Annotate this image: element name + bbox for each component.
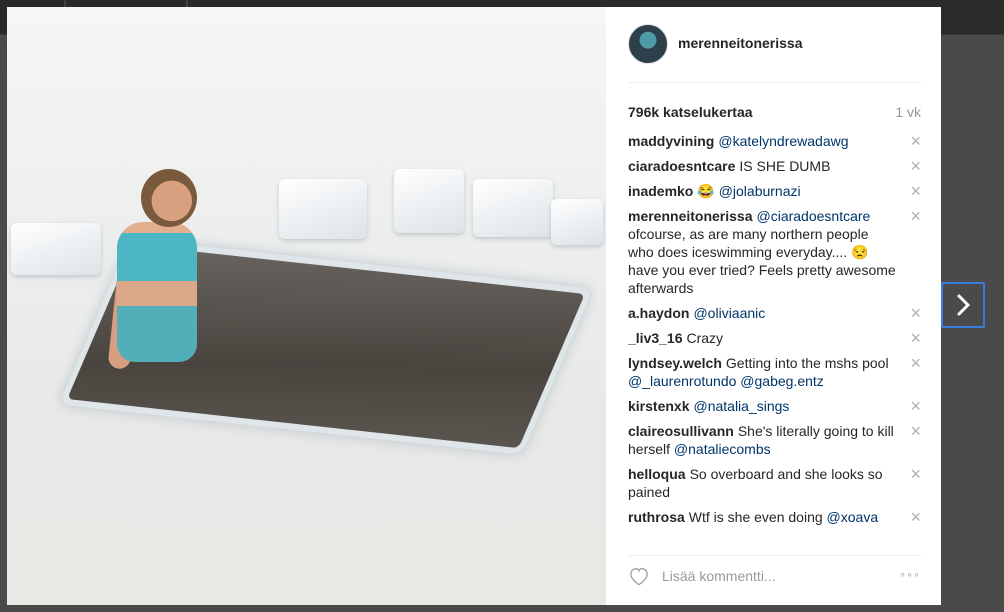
more-options-button[interactable]: ◦◦◦ [900,566,921,582]
ice-block [279,179,367,239]
post-username[interactable]: merenneitonerissa [678,35,803,51]
comment-row: a.haydon @oliviaanic × [628,304,924,329]
delete-comment-icon[interactable]: × [910,354,921,372]
post-modal: merenneitonerissa 796k katselukertaa 1 v… [7,7,941,605]
comment-text: Getting into the mshs pool [725,355,889,371]
comments-list[interactable]: maddyvining @katelyndrewadawg × ciaradoesnt… [628,132,924,540]
post-header: merenneitonerissa [628,22,921,83]
comment-mention[interactable]: @jolaburnazi [719,183,801,199]
view-count: 796k katselukertaa [628,104,753,120]
comment-mention[interactable]: @katelyndrewadawg [718,133,848,149]
comment-text: IS SHE DUMB [739,158,831,174]
delete-comment-icon[interactable]: × [910,422,921,440]
post-stats: 796k katselukertaa 1 vk [628,104,921,124]
comment-username[interactable]: a.haydon [628,305,689,321]
avatar[interactable] [628,24,668,64]
comment-username[interactable]: merenneitonerissa [628,208,753,224]
comment-username[interactable]: kirstenxk [628,398,689,414]
comment-row: ciaradoesntcare IS SHE DUMB × [628,157,924,182]
comment-row: kirstenxk @natalia_sings × [628,397,924,422]
comment-text: Wtf is she even doing [688,509,823,525]
ice-block [473,179,553,237]
next-post-button[interactable] [941,282,985,328]
comment-mention[interactable]: @nataliecombs [674,441,771,457]
delete-comment-icon[interactable]: × [910,304,921,322]
comment-text: 😂 [697,183,715,199]
comment-username[interactable]: lyndsey.welch [628,355,722,371]
comment-row: claireosullivann She's literally going to… [628,422,924,465]
delete-comment-icon[interactable]: × [910,397,921,415]
post-side-panel: merenneitonerissa 796k katselukertaa 1 v… [606,7,941,605]
comment-row: maddyvining @katelyndrewadawg × [628,132,924,157]
comment-mention[interactable]: @_laurenrotundo @gabeg.entz [628,373,824,389]
comment-username[interactable]: ciaradoesntcare [628,158,735,174]
comment-username[interactable]: helloqua [628,466,686,482]
comment-text: ofcourse, as are many northern people wh… [628,226,896,296]
swimmer-body [117,222,197,362]
delete-comment-icon[interactable]: × [910,157,921,175]
post-footer: ◦◦◦ [628,555,921,592]
comment-mention[interactable]: @xoava [827,509,879,525]
chevron-right-icon [957,294,970,316]
delete-comment-icon[interactable]: × [910,329,921,347]
comment-username[interactable]: maddyvining [628,133,714,149]
comment-mention[interactable]: @ciaradoesntcare [757,208,871,224]
comment-text: Crazy [686,330,724,346]
comment-row: ruthrosa Wtf is she even doing @xoava × [628,508,924,533]
comment-row: _liv3_16 Crazy × [628,329,924,354]
delete-comment-icon[interactable]: × [910,132,921,150]
comment-row: inademko 😂 @jolaburnazi × [628,182,924,207]
comment-username[interactable]: _liv3_16 [628,330,683,346]
comment-mention[interactable]: @oliviaanic [693,305,765,321]
ice-block [551,199,603,245]
comment-row: lyndsey.welch Getting into the mshs pool … [628,354,924,397]
post-time[interactable]: 1 vk [895,104,921,120]
heart-outline-icon[interactable] [628,566,652,588]
ice-block [11,223,101,275]
comment-mention[interactable]: @natalia_sings [693,398,789,414]
add-comment-input[interactable] [662,564,872,588]
delete-comment-icon[interactable]: × [910,465,921,483]
comment-username[interactable]: claireosullivann [628,423,734,439]
delete-comment-icon[interactable]: × [910,508,921,526]
delete-comment-icon[interactable]: × [910,207,921,225]
ice-block [394,169,464,233]
comment-row: helloqua So overboard and she looks so pa… [628,465,924,508]
comment-row: merenneitonerissa @ciaradoesntcare ofcour… [628,207,924,304]
post-video[interactable] [7,7,606,605]
delete-comment-icon[interactable]: × [910,182,921,200]
comment-username[interactable]: inademko [628,183,693,199]
comment-username[interactable]: ruthrosa [628,509,685,525]
swimmer-head [141,169,197,227]
